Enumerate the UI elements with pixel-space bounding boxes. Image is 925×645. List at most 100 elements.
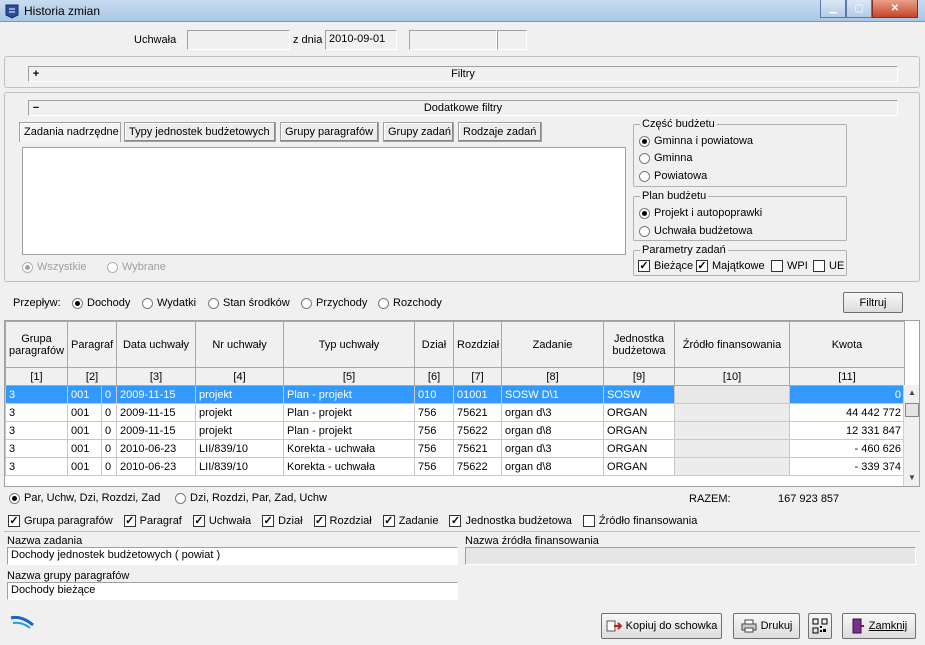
table-row[interactable]: 3 001 0 2010-06-23 LII/839/10 Korekta - uchwa… <box>5 457 906 476</box>
close-window-button[interactable]: Zamknij <box>842 613 916 639</box>
radio-icon <box>639 207 650 219</box>
flow-stan-srodkow[interactable]: Stan środków <box>208 297 290 309</box>
cell-p2: 0 <box>100 403 118 422</box>
column-toggle[interactable]: ✓ Jednostka budżetowa <box>449 515 572 528</box>
cell-typ: Plan - projekt <box>283 403 416 422</box>
column-toggle[interactable]: ✓ Rozdział <box>313 515 372 528</box>
maximize-button[interactable]: ▢ <box>846 0 872 18</box>
scope-all-option[interactable]: Wszystkie <box>22 261 87 273</box>
scroll-up-icon[interactable]: ▲ <box>904 385 919 401</box>
flow-wydatki[interactable]: Wydatki <box>142 297 196 309</box>
extra-field-2[interactable] <box>497 30 527 50</box>
czesc-option-gminna[interactable]: Gminna <box>639 152 693 164</box>
scope-selected-option[interactable]: Wybrane <box>107 261 166 273</box>
column-toggle[interactable]: ✓ Zadanie <box>382 515 438 528</box>
tab-typy-jednostek[interactable]: Typy jednostek budżetowych <box>124 122 276 142</box>
table-row[interactable]: 3 001 0 2009-11-15 projekt Plan - projekt 756 7… <box>5 421 906 440</box>
plan-option-uchwala[interactable]: Uchwała budżetowa <box>639 225 752 237</box>
flow-przychody[interactable]: Przychody <box>301 297 367 309</box>
scroll-thumb[interactable] <box>905 403 919 417</box>
checkbox-checked-icon: ✓ <box>192 515 205 528</box>
radio-icon <box>175 492 186 504</box>
option-label: Dzi, Rozdzi, Par, Zad, Uchw <box>190 492 327 504</box>
sort-option-2[interactable]: Dzi, Rozdzi, Par, Zad, Uchw <box>175 492 327 504</box>
column-toggle[interactable]: ✓ Paragraf <box>123 515 182 528</box>
extra-filters-header[interactable]: − Dodatkowe filtry <box>28 100 898 116</box>
table-row[interactable]: 3 001 0 2010-06-23 LII/839/10 Korekta - uchwa… <box>5 439 906 458</box>
qr-button[interactable] <box>808 613 832 639</box>
param-wpi[interactable]: WPI <box>771 260 808 273</box>
cell-dzial: 010 <box>414 385 455 404</box>
column-toggle[interactable]: Źródło finansowania <box>582 515 697 528</box>
column-toggle-label: Dział <box>278 515 303 527</box>
filter-button[interactable]: Filtruj <box>843 292 903 313</box>
col-header-dzial[interactable]: Dział <box>414 321 455 368</box>
plan-option-projekt[interactable]: Projekt i autopoprawki <box>639 207 762 219</box>
checkbox-checked-icon: ✓ <box>382 515 395 528</box>
index-row: [1] [2] [3] [4] [5] [6] [7] [8] [9] [10]… <box>5 367 906 386</box>
param-ue[interactable]: UE <box>813 260 845 273</box>
column-toggle[interactable]: ✓ Uchwała <box>192 515 251 528</box>
cell-paragraf: 001 <box>67 403 102 422</box>
collapse-icon[interactable]: − <box>29 101 43 115</box>
option-label: Stan środków <box>223 297 290 309</box>
cell-nr: projekt <box>195 385 285 404</box>
flow-rozchody[interactable]: Rozchody <box>378 297 442 309</box>
data-grid[interactable]: Grupa paragrafów Paragraf Data uchwały N… <box>4 320 920 487</box>
cell-rozdzial: 75622 <box>453 421 503 440</box>
tab-rodzaje-zadan[interactable]: Rodzaje zadań <box>458 122 542 142</box>
checkbox-checked-icon: ✓ <box>449 515 462 528</box>
cell-dzial: 756 <box>414 457 455 476</box>
column-toggle-label: Grupa paragrafów <box>24 515 113 527</box>
column-toggle[interactable]: ✓ Grupa paragrafów <box>8 515 113 528</box>
param-biezace[interactable]: ✓ Bieżące <box>638 260 694 273</box>
col-header-kwota[interactable]: Kwota <box>789 321 906 368</box>
col-header-jednostka[interactable]: Jednostka budżetowa <box>603 321 676 368</box>
cell-jednostka: ORGAN <box>603 403 676 422</box>
sort-option-1[interactable]: Par, Uchw, Dzi, Rozdzi, Zad <box>9 492 160 504</box>
radio-icon <box>9 492 20 504</box>
col-header-data[interactable]: Data uchwały <box>116 321 197 368</box>
cell-jednostka: SOSW <box>603 385 676 404</box>
date-field[interactable]: 2010-09-01 <box>325 30 397 50</box>
close-button[interactable]: ✕ <box>872 0 918 18</box>
checkbox-label: UE <box>829 260 845 272</box>
nazwa-grupy-field[interactable]: Dochody bieżące <box>7 582 458 600</box>
checkbox-label: Bieżące <box>654 260 694 272</box>
copy-clipboard-button[interactable]: Kopiuj do schowka <box>601 613 722 639</box>
flow-dochody[interactable]: Dochody <box>72 297 130 309</box>
tab-grupy-zadan[interactable]: Grupy zadań <box>383 122 454 142</box>
col-header-typ[interactable]: Typ uchwały <box>283 321 416 368</box>
cell-rozdzial: 75622 <box>453 457 503 476</box>
col-header-zadanie[interactable]: Zadanie <box>501 321 605 368</box>
filter-list[interactable] <box>22 147 626 255</box>
cell-p2: 0 <box>100 457 118 476</box>
vertical-scrollbar[interactable]: ▲ ▼ <box>903 385 919 486</box>
nazwa-zadania-label: Nazwa zadania <box>7 535 83 547</box>
param-majatkowe[interactable]: ✓ Majątkowe <box>696 260 765 273</box>
scroll-down-icon[interactable]: ▼ <box>904 470 919 486</box>
tab-zadania-nadrzedne[interactable]: Zadania nadrzędne <box>19 122 121 142</box>
expand-icon[interactable]: + <box>29 67 43 81</box>
column-toggle[interactable]: ✓ Dział <box>262 515 303 528</box>
table-row[interactable]: 3 001 0 2009-11-15 projekt Plan - projekt 010 0… <box>5 385 906 404</box>
col-header-nr[interactable]: Nr uchwały <box>195 321 285 368</box>
minimize-button[interactable]: ▁ <box>820 0 846 18</box>
col-header-zrodlo[interactable]: Źródło finansowania <box>674 321 791 368</box>
table-row[interactable]: 3 001 0 2009-11-15 projekt Plan - projekt 756 7… <box>5 403 906 422</box>
nazwa-zrodla-field[interactable] <box>465 547 916 565</box>
czesc-option-powiatowa[interactable]: Powiatowa <box>639 170 707 182</box>
col-header-rozdzial[interactable]: Rozdział <box>453 321 503 368</box>
col-header-paragraf[interactable]: Paragraf <box>66 321 118 368</box>
nazwa-zadania-field[interactable]: Dochody jednostek budżetowych ( powiat ) <box>7 547 458 565</box>
tab-grupy-paragrafow[interactable]: Grupy paragrafów <box>280 122 379 142</box>
filters-header[interactable]: + Filtry <box>28 66 898 82</box>
cell-nr: LII/839/10 <box>195 457 285 476</box>
uchwala-field[interactable] <box>187 30 290 50</box>
cell-paragraf: 001 <box>67 421 102 440</box>
cell-zrodlo <box>674 439 791 458</box>
extra-field-1[interactable] <box>409 30 497 50</box>
czesc-option-gminna-powiatowa[interactable]: Gminna i powiatowa <box>639 135 753 147</box>
col-header-grupa[interactable]: Grupa paragrafów <box>5 321 68 368</box>
print-button[interactable]: Drukuj <box>733 613 800 639</box>
